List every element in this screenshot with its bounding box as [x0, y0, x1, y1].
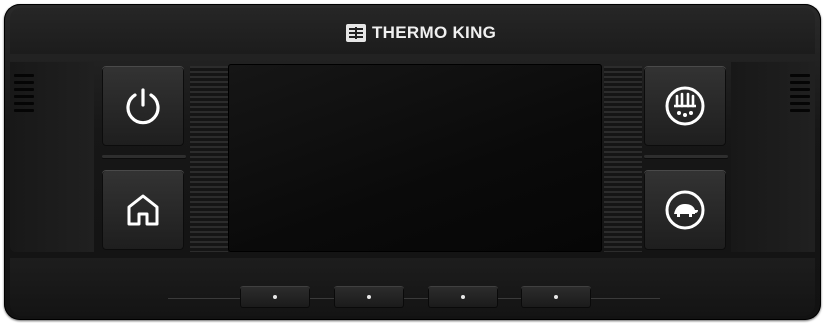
soft-key-rail-left — [168, 298, 240, 299]
soft-key-2[interactable] — [334, 286, 404, 308]
soft-key-3[interactable] — [428, 286, 498, 308]
economy-button[interactable] — [644, 170, 726, 250]
brand: THERMO KING — [346, 22, 496, 44]
dot-icon — [367, 295, 371, 299]
soft-key-bar — [10, 258, 815, 316]
display-screen — [228, 64, 602, 252]
soft-key-4[interactable] — [521, 286, 591, 308]
power-button[interactable] — [102, 66, 184, 146]
defrost-button[interactable] — [644, 66, 726, 146]
dot-icon — [461, 295, 465, 299]
left-vent — [14, 74, 34, 112]
power-icon — [126, 88, 160, 125]
defrost-icon — [665, 86, 705, 126]
turtle-icon — [665, 190, 705, 230]
thermo-king-logo-icon — [346, 24, 366, 42]
dot-icon — [554, 295, 558, 299]
brand-name: THERMO KING — [372, 23, 497, 42]
left-grille — [190, 66, 228, 252]
soft-key-rail — [402, 298, 430, 299]
home-button[interactable] — [102, 170, 184, 250]
soft-key-1[interactable] — [240, 286, 310, 308]
soft-key-rail-right — [590, 298, 660, 299]
right-button-divider — [644, 155, 728, 158]
right-vent — [790, 74, 810, 112]
right-grille — [604, 66, 642, 252]
dot-icon — [273, 295, 277, 299]
soft-key-rail — [496, 298, 524, 299]
home-icon — [127, 194, 159, 226]
soft-key-rail — [308, 298, 336, 299]
left-button-divider — [102, 155, 186, 158]
